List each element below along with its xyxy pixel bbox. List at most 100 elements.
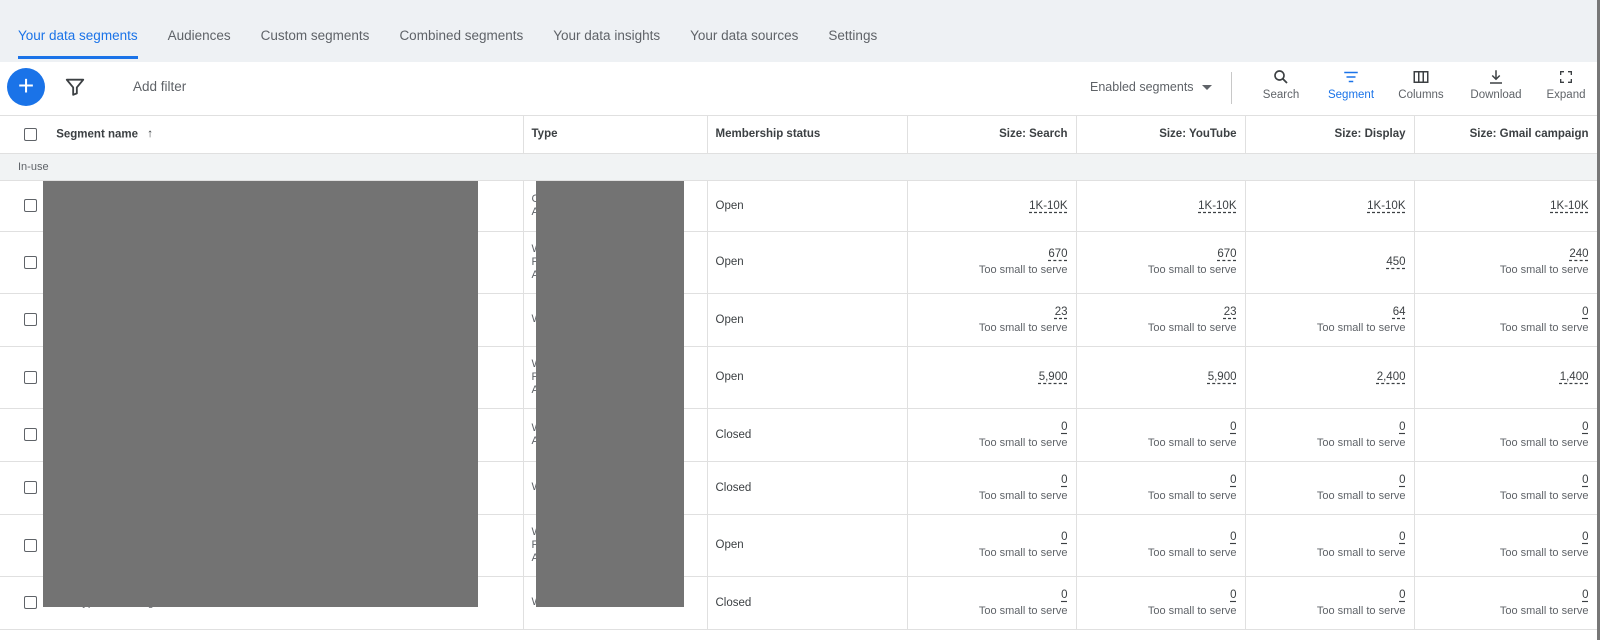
- segments-panel: + Add filter Enabled segments Search Seg…: [0, 62, 1598, 640]
- size-status: Too small to serve: [978, 604, 1068, 617]
- size-value[interactable]: 64: [1393, 306, 1406, 318]
- size-value[interactable]: 23: [1055, 306, 1068, 318]
- tab-audiences[interactable]: Audiences: [168, 18, 231, 59]
- size-value[interactable]: 0: [1582, 474, 1588, 486]
- size-value[interactable]: 670: [1048, 248, 1067, 260]
- expand-button[interactable]: Expand: [1544, 68, 1588, 101]
- size-value[interactable]: 0: [1061, 589, 1067, 601]
- size-gmail-cell: 1,400: [1414, 346, 1598, 409]
- tab-combined-segments[interactable]: Combined segments: [399, 18, 523, 59]
- size-value[interactable]: 0: [1399, 474, 1405, 486]
- size-status: Too small to serve: [978, 264, 1068, 276]
- segment-label: Segment: [1327, 89, 1375, 101]
- expand-icon: [1560, 71, 1572, 83]
- size-display-cell: 64 Too small to serve: [1245, 293, 1415, 347]
- column-header-size-youtube[interactable]: Size: YouTube: [1076, 116, 1246, 154]
- size-value[interactable]: 0: [1399, 421, 1405, 433]
- size-status: Too small to serve: [1499, 489, 1589, 502]
- add-filter-button[interactable]: Add filter: [133, 79, 186, 94]
- size-value[interactable]: 1,400: [1560, 371, 1589, 383]
- size-display-cell: 0 Too small to serve: [1245, 408, 1415, 462]
- table-toolbar: + Add filter Enabled segments Search Seg…: [0, 62, 1597, 116]
- filter-icon[interactable]: [64, 76, 86, 98]
- tab-settings[interactable]: Settings: [828, 18, 877, 59]
- size-value[interactable]: 5,900: [1208, 371, 1237, 383]
- size-value[interactable]: 0: [1582, 589, 1588, 601]
- title-strip: [0, 0, 1600, 12]
- size-status: Too small to serve: [1147, 436, 1237, 449]
- segment-status-dropdown[interactable]: Enabled segments: [1090, 80, 1212, 94]
- size-value[interactable]: 23: [1224, 306, 1237, 318]
- size-value[interactable]: 1K-10K: [1367, 200, 1405, 212]
- create-segment-button[interactable]: +: [7, 68, 45, 106]
- search-icon: [1274, 70, 1288, 84]
- columns-button[interactable]: Columns: [1396, 68, 1446, 101]
- size-search-cell: 5,900: [907, 346, 1077, 409]
- group-label: In-use: [0, 153, 1597, 181]
- size-value[interactable]: 0: [1230, 531, 1236, 543]
- size-status: Too small to serve: [1316, 489, 1406, 502]
- column-header-segment-name[interactable]: Segment name ↑: [0, 116, 524, 154]
- tab-your-data-insights[interactable]: Your data insights: [553, 18, 660, 59]
- search-label: Search: [1262, 89, 1300, 101]
- chevron-down-icon: [1201, 84, 1212, 90]
- size-value[interactable]: 0: [1061, 531, 1067, 543]
- size-value[interactable]: 0: [1399, 589, 1405, 601]
- size-youtube-cell: 5,900: [1076, 346, 1246, 409]
- size-gmail-cell: 0 Too small to serve: [1414, 293, 1598, 347]
- size-value[interactable]: 0: [1230, 589, 1236, 601]
- size-value[interactable]: 0: [1230, 474, 1236, 486]
- segment-button[interactable]: Segment: [1325, 68, 1377, 101]
- row-checkbox[interactable]: [24, 370, 37, 384]
- size-youtube-cell: 1K-10K: [1076, 180, 1246, 232]
- row-checkbox[interactable]: [24, 481, 37, 494]
- search-button[interactable]: Search: [1262, 68, 1300, 101]
- column-header-size-gmail[interactable]: Size: Gmail campaign: [1414, 116, 1598, 154]
- membership-status: Open: [707, 346, 908, 409]
- size-value[interactable]: 1K-10K: [1198, 200, 1236, 212]
- size-value[interactable]: 0: [1230, 421, 1236, 433]
- expand-label: Expand: [1546, 89, 1586, 101]
- size-value[interactable]: 5,900: [1039, 371, 1068, 383]
- size-gmail-cell: 0 Too small to serve: [1414, 576, 1598, 630]
- download-icon: [1490, 70, 1502, 84]
- size-value[interactable]: 450: [1386, 256, 1405, 268]
- columns-icon: [1413, 71, 1429, 83]
- size-value[interactable]: 0: [1582, 531, 1588, 543]
- column-header-type[interactable]: Type: [523, 116, 708, 154]
- row-checkbox[interactable]: [24, 428, 37, 441]
- download-button[interactable]: Download: [1468, 68, 1524, 101]
- row-checkbox[interactable]: [24, 199, 37, 212]
- size-value[interactable]: 0: [1582, 306, 1588, 318]
- column-header-membership[interactable]: Membership status: [707, 116, 908, 154]
- row-checkbox[interactable]: [24, 538, 37, 552]
- size-status: Too small to serve: [1147, 321, 1237, 334]
- page: Your data segments Audiences Custom segmen…: [0, 0, 1600, 640]
- size-status: Too small to serve: [1147, 547, 1237, 559]
- size-value[interactable]: 0: [1061, 474, 1067, 486]
- size-value[interactable]: 1K-10K: [1029, 200, 1067, 212]
- table-header-row: Segment name ↑ Type Membership status Si…: [0, 116, 1598, 154]
- tab-your-data-segments[interactable]: Your data segments: [18, 18, 138, 59]
- tab-your-data-sources[interactable]: Your data sources: [690, 18, 798, 59]
- size-status: Too small to serve: [1147, 604, 1237, 617]
- row-checkbox[interactable]: [24, 255, 37, 269]
- size-value[interactable]: 0: [1061, 421, 1067, 433]
- tab-custom-segments[interactable]: Custom segments: [261, 18, 370, 59]
- membership-status: Open: [707, 514, 908, 577]
- size-display-cell: 0 Too small to serve: [1245, 461, 1415, 515]
- row-checkbox[interactable]: [24, 596, 37, 609]
- size-value[interactable]: 2,400: [1377, 371, 1406, 383]
- size-status: Too small to serve: [1316, 604, 1406, 617]
- size-youtube-cell: 0 Too small to serve: [1076, 514, 1246, 577]
- column-header-size-search[interactable]: Size: Search: [907, 116, 1077, 154]
- size-value[interactable]: 0: [1582, 421, 1588, 433]
- column-header-size-display[interactable]: Size: Display: [1245, 116, 1415, 154]
- size-value[interactable]: 1K-10K: [1550, 200, 1588, 212]
- size-display-cell: 450: [1245, 231, 1415, 294]
- size-value[interactable]: 670: [1217, 248, 1236, 260]
- row-checkbox[interactable]: [24, 313, 37, 326]
- size-value[interactable]: 240: [1569, 248, 1588, 260]
- size-value[interactable]: 0: [1399, 531, 1405, 543]
- select-all-checkbox[interactable]: [24, 127, 37, 141]
